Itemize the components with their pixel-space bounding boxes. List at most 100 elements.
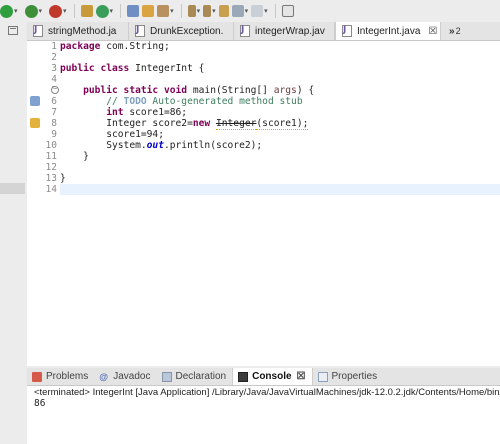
dropdown-caret-icon[interactable]: ▾ xyxy=(264,8,268,15)
next-annotation-icon[interactable] xyxy=(187,5,196,17)
tab-label: integerWrap.jav xyxy=(255,25,325,37)
toolbar-separator xyxy=(73,4,75,18)
problems-icon xyxy=(32,371,42,382)
dropdown-caret-icon[interactable]: ▾ xyxy=(110,8,114,15)
dropdown-caret-icon[interactable]: ▾ xyxy=(63,8,67,15)
tab-label: Declaration xyxy=(175,371,227,382)
line-number: 14 xyxy=(45,184,57,195)
coverage-icon[interactable] xyxy=(49,4,63,18)
console-terminated-label: <terminated> IntegerInt [Java Applicatio… xyxy=(34,387,500,398)
line-number-ruler: 1 2 3 4 5 6 7 8 9 10 11 12 13 14 xyxy=(42,41,60,195)
code-line-9: score1=94; xyxy=(106,129,164,140)
task-marker-icon[interactable] xyxy=(30,96,40,106)
tools-group: ▾ xyxy=(78,0,114,22)
new-java-icon[interactable] xyxy=(95,4,109,18)
bottom-panel-tab-bar: Problems @ Javadoc Declaration Console ☒… xyxy=(27,368,500,386)
deprecated-constructor: Integer xyxy=(215,118,257,130)
toolbar-separator xyxy=(180,4,182,18)
dropdown-caret-icon[interactable]: ▾ xyxy=(212,8,216,15)
code-line-11: } xyxy=(83,151,89,162)
vertical-ruler[interactable] xyxy=(27,41,42,366)
line-number: 8 xyxy=(51,118,57,129)
search-icon[interactable] xyxy=(157,5,170,17)
code-line-13: } xyxy=(60,173,66,184)
dropdown-caret-icon[interactable]: ▾ xyxy=(245,8,249,15)
line-number: 13 xyxy=(45,173,57,184)
console-icon xyxy=(238,371,249,382)
warning-lightbulb-icon[interactable] xyxy=(30,118,40,128)
tab-stringmethod[interactable]: J stringMethod.ja xyxy=(27,22,129,40)
line-number: 10 xyxy=(45,140,57,151)
tab-properties[interactable]: Properties xyxy=(313,368,384,385)
declaration-icon xyxy=(161,371,172,382)
java-file-icon: J xyxy=(240,25,251,37)
dropdown-caret-icon[interactable]: ▾ xyxy=(197,8,201,15)
console-output: 86 xyxy=(34,398,46,409)
dropdown-caret-icon[interactable]: ▾ xyxy=(39,8,43,15)
tab-overflow-button[interactable]: » 2 xyxy=(441,22,461,40)
back-icon[interactable] xyxy=(231,5,244,17)
editor-tab-bar: J stringMethod.ja J DrunkException. J in… xyxy=(27,22,500,41)
code-line-3: public class IntegerInt { xyxy=(60,63,205,74)
build-icon[interactable] xyxy=(80,5,93,17)
tab-label: DrunkException. xyxy=(150,25,224,37)
open-type-icon[interactable] xyxy=(127,5,140,17)
tab-integerwrap[interactable]: J integerWrap.jav xyxy=(234,22,335,40)
line-number: 1 xyxy=(51,41,57,52)
debug-group[interactable]: ▾ xyxy=(0,0,18,22)
code-line-7: int score1=86; xyxy=(106,107,188,118)
tab-label: Problems xyxy=(46,371,89,382)
fold-collapse-icon[interactable]: − xyxy=(51,86,59,94)
line-number: 6 xyxy=(51,96,57,107)
dropdown-caret-icon[interactable]: ▾ xyxy=(14,8,18,15)
code-area[interactable]: package com.String; public class Integer… xyxy=(60,41,500,195)
tab-label: Console xyxy=(252,371,292,382)
line-number: 3 xyxy=(51,63,57,74)
run-icon[interactable] xyxy=(24,4,38,18)
overflow-count: 2 xyxy=(455,26,461,36)
line-number: 12 xyxy=(45,162,57,173)
java-file-icon: J xyxy=(33,25,44,37)
tab-label: IntegerInt.java xyxy=(357,25,421,37)
minimized-view-marker[interactable] xyxy=(0,183,25,194)
console-view[interactable]: <terminated> IntegerInt [Java Applicatio… xyxy=(27,386,500,444)
line-number: 11 xyxy=(45,151,57,162)
tab-drunkexception[interactable]: J DrunkException. xyxy=(129,22,234,40)
tab-label: Properties xyxy=(331,371,378,382)
run-group[interactable]: ▾ xyxy=(22,0,43,22)
restore-icon[interactable] xyxy=(8,26,18,35)
search-group: ▾ xyxy=(124,0,174,22)
open-folder-icon[interactable] xyxy=(142,5,155,17)
tab-integerint[interactable]: J IntegerInt.java ☒ xyxy=(335,22,441,40)
forward-icon[interactable] xyxy=(251,5,264,17)
code-editor[interactable]: 1 2 3 4 5 6 7 8 9 10 11 12 13 14 − packa… xyxy=(27,41,500,366)
open-perspective-icon[interactable] xyxy=(281,5,294,17)
tab-declaration[interactable]: Declaration xyxy=(157,368,233,385)
chevron-double-right-icon: » xyxy=(449,25,455,37)
tab-console[interactable]: Console ☒ xyxy=(232,368,313,385)
properties-icon xyxy=(317,371,328,382)
line-number: 7 xyxy=(51,107,57,118)
code-line-8: Integer score2=new Integer(score1); xyxy=(106,118,309,130)
tab-javadoc[interactable]: @ Javadoc xyxy=(94,368,156,385)
javadoc-icon: @ xyxy=(99,371,109,382)
tab-problems[interactable]: Problems xyxy=(27,368,94,385)
last-edit-icon[interactable] xyxy=(218,5,229,17)
debug-icon[interactable] xyxy=(0,4,13,18)
main-toolbar: ▾ ▾ ▾ ▾ ▾ ▾ ▾ ▾ ▾ xyxy=(0,0,500,22)
code-line-10: System.out.println(score2); xyxy=(106,140,263,151)
java-file-icon: J xyxy=(342,25,353,37)
line-number: 9 xyxy=(51,129,57,140)
close-icon[interactable]: ☒ xyxy=(297,371,306,382)
dropdown-caret-icon[interactable]: ▾ xyxy=(170,8,174,15)
coverage-group[interactable]: ▾ xyxy=(46,0,67,22)
tab-label: stringMethod.ja xyxy=(48,25,117,37)
line-number: 4 xyxy=(51,74,57,85)
code-line-6: // TODO Auto-generated method stub xyxy=(106,96,303,107)
nav-group: ▾ ▾ ▾ ▾ xyxy=(185,0,268,22)
prev-annotation-icon[interactable] xyxy=(203,5,212,17)
close-icon[interactable]: ☒ xyxy=(428,26,437,37)
